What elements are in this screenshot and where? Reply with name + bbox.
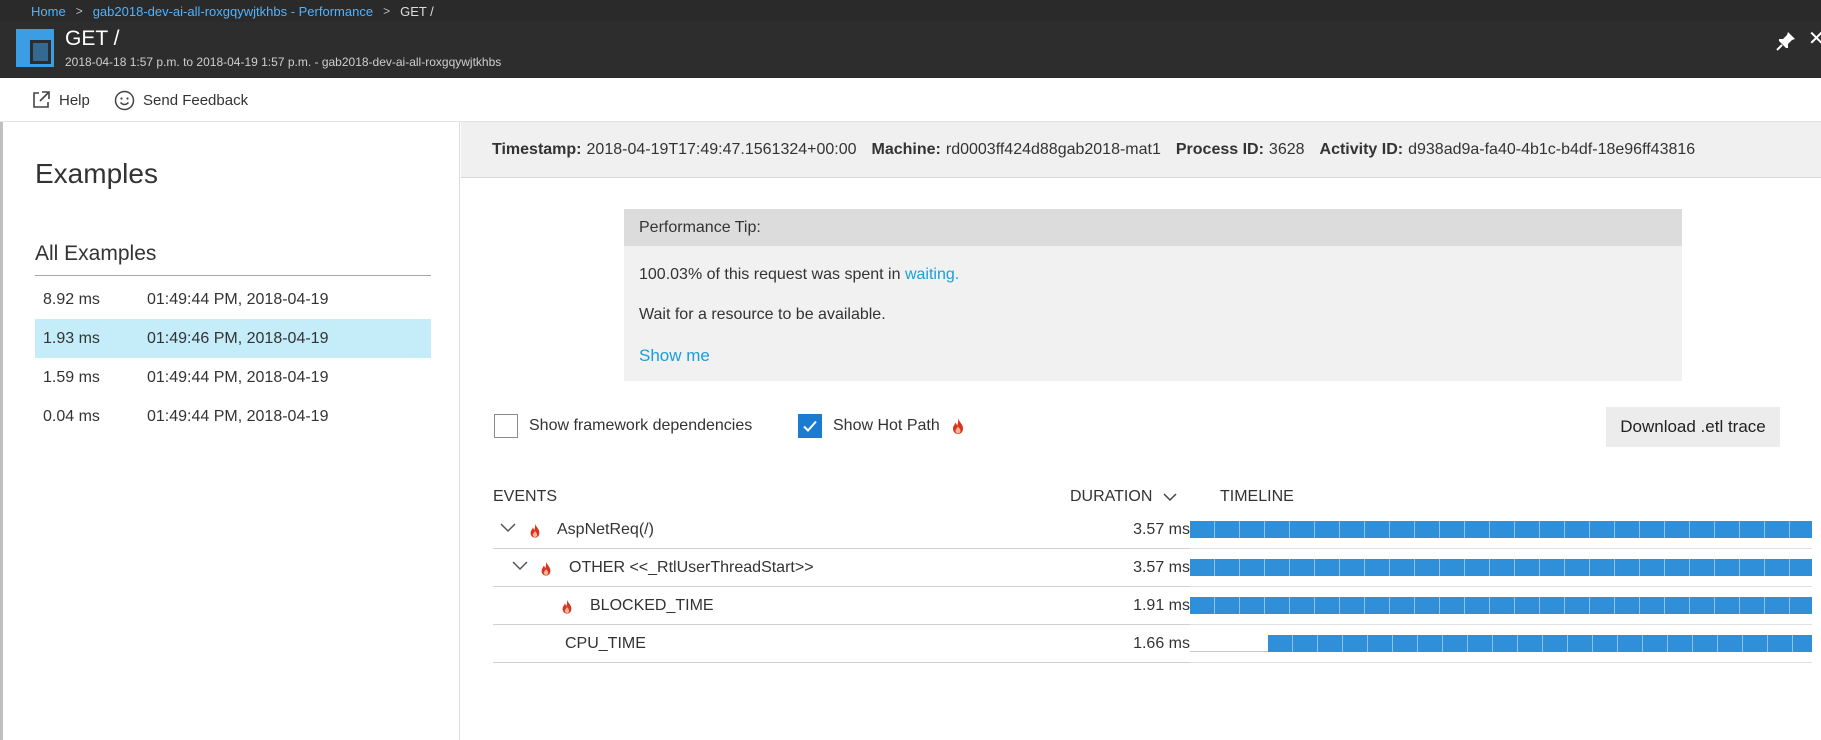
chevron-down-icon[interactable]: [499, 521, 517, 535]
chevron-down-icon[interactable]: [511, 559, 529, 573]
event-row[interactable]: CPU_TIME 1.66 ms: [493, 625, 1190, 663]
smiley-icon: [114, 90, 135, 110]
tip-summary: 100.03% of this request was spent in wai…: [639, 266, 960, 283]
event-name: BLOCKED_TIME: [590, 597, 714, 614]
external-link-icon: [33, 91, 50, 108]
timeline-row: [1190, 549, 1812, 587]
timestamp-field: Timestamp: 2018-04-19T17:49:47.1561324+00…: [492, 140, 857, 158]
timeline-bar[interactable]: [1190, 521, 1812, 538]
example-time: 01:49:44 PM, 2018-04-19: [147, 290, 329, 308]
performance-tip-panel: Performance Tip: 100.03% of this request…: [624, 209, 1682, 381]
timeline-bar[interactable]: [1190, 559, 1812, 576]
trace-details-header: Timestamp: 2018-04-19T17:49:47.1561324+00…: [461, 122, 1821, 178]
toolbar: Help Send Feedback: [0, 78, 1821, 122]
send-feedback-label: Send Feedback: [143, 91, 249, 109]
example-time: 01:49:46 PM, 2018-04-19: [147, 329, 329, 347]
send-feedback-button[interactable]: Send Feedback: [114, 88, 248, 112]
example-row[interactable]: 0.04 ms 01:49:44 PM, 2018-04-19: [35, 397, 431, 436]
timeline-row: [1190, 511, 1812, 549]
show-hot-path-checkbox[interactable]: Show Hot Path: [798, 412, 966, 440]
timeline-row: [1190, 625, 1812, 663]
example-duration: 8.92 ms: [43, 290, 100, 308]
blade-title-bar: GET / 2018-04-18 1:57 p.m. to 2018-04-19…: [0, 22, 1821, 78]
show-framework-dependencies-checkbox[interactable]: Show framework dependencies: [494, 412, 752, 440]
download-etl-trace-button[interactable]: Download .etl trace: [1606, 407, 1780, 447]
breadcrumb-home-link[interactable]: Home: [31, 4, 66, 19]
all-examples-heading: All Examples: [35, 242, 157, 265]
example-time: 01:49:44 PM, 2018-04-19: [147, 407, 329, 425]
examples-list: 8.92 ms 01:49:44 PM, 2018-04-19 1.93 ms …: [35, 280, 431, 436]
event-row[interactable]: AspNetReq(/) 3.57 ms: [493, 511, 1190, 549]
breadcrumb-resource-link[interactable]: gab2018-dev-ai-all-roxgqywjtkhbs - Perfo…: [93, 4, 373, 19]
performance-blade-icon: [16, 29, 54, 67]
chevron-down-icon: [1163, 493, 1177, 502]
breadcrumb-separator: >: [75, 4, 83, 18]
examples-pane: Examples All Examples 8.92 ms 01:49:44 P…: [0, 122, 460, 740]
show-hot-path-label: Show Hot Path: [833, 417, 940, 434]
event-name: OTHER <<_RtlUserThreadStart>>: [569, 559, 814, 576]
event-duration: 3.57 ms: [1133, 521, 1190, 538]
tip-advice: Wait for a resource to be available.: [639, 306, 886, 323]
flame-icon: [952, 418, 963, 434]
event-row[interactable]: BLOCKED_TIME 1.91 ms: [493, 587, 1190, 625]
timeline-baseline: [1190, 651, 1268, 652]
performance-tip-header: Performance Tip:: [624, 209, 1682, 246]
breadcrumb: Home > gab2018-dev-ai-all-roxgqywjtkhbs …: [0, 0, 1821, 22]
show-me-link[interactable]: Show me: [639, 346, 710, 366]
example-row-selected[interactable]: 1.93 ms 01:49:46 PM, 2018-04-19: [35, 319, 431, 358]
timeline-bar[interactable]: [1268, 635, 1812, 652]
breadcrumb-current: GET /: [400, 3, 434, 19]
blade-title: GET /: [65, 27, 120, 50]
event-duration: 1.91 ms: [1133, 597, 1190, 614]
process-id-field: Process ID: 3628: [1175, 140, 1305, 158]
blade-subtitle: 2018-04-18 1:57 p.m. to 2018-04-19 1:57 …: [65, 55, 502, 69]
event-duration: 3.57 ms: [1133, 559, 1190, 576]
help-button[interactable]: Help: [31, 88, 90, 112]
event-name: CPU_TIME: [565, 635, 646, 652]
machine-field: Machine: rd0003ff424d88gab2018-mat1: [871, 140, 1161, 158]
divider: [35, 275, 431, 276]
checkbox-checked[interactable]: [798, 414, 822, 438]
close-icon[interactable]: ✕: [1808, 26, 1821, 51]
help-label: Help: [59, 91, 90, 109]
example-row[interactable]: 8.92 ms 01:49:44 PM, 2018-04-19: [35, 280, 431, 319]
event-row[interactable]: OTHER <<_RtlUserThreadStart>> 3.57 ms: [493, 549, 1190, 587]
event-duration: 1.66 ms: [1133, 635, 1190, 652]
example-duration: 1.59 ms: [43, 368, 100, 386]
show-framework-dependencies-label: Show framework dependencies: [529, 417, 753, 434]
example-duration: 1.93 ms: [43, 329, 100, 347]
flame-icon: [541, 561, 551, 576]
breadcrumb-separator: >: [383, 4, 391, 18]
flame-icon: [562, 599, 572, 614]
pin-icon[interactable]: [1775, 30, 1797, 52]
checkbox-unchecked[interactable]: [494, 414, 518, 438]
event-name: AspNetReq(/): [557, 521, 654, 538]
timeline-row: [1190, 587, 1812, 625]
example-time: 01:49:44 PM, 2018-04-19: [147, 368, 329, 386]
example-row[interactable]: 1.59 ms 01:49:44 PM, 2018-04-19: [35, 358, 431, 397]
checkmark-icon: [803, 420, 817, 432]
duration-column-header[interactable]: DURATION: [1070, 488, 1178, 506]
waiting-link[interactable]: waiting.: [905, 266, 959, 283]
example-duration: 0.04 ms: [43, 407, 100, 425]
events-column-header: EVENTS: [493, 488, 558, 505]
activity-id-field: Activity ID: d938ad9a-fa40-4b1c-b4df-18e9…: [1319, 140, 1696, 158]
flame-icon: [530, 523, 540, 538]
examples-title: Examples: [35, 158, 158, 189]
timeline-bar[interactable]: [1190, 597, 1812, 614]
timeline-column-header: TIMELINE: [1220, 488, 1294, 505]
